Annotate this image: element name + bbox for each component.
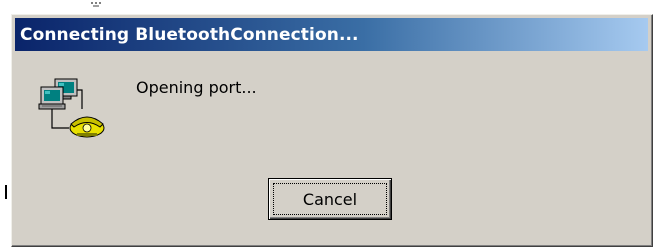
status-message: Opening port... — [136, 78, 257, 97]
window-title: Connecting BluetoothConnection... — [20, 24, 359, 45]
network-connection-icon — [38, 78, 105, 138]
background-fragment — [91, 2, 101, 7]
cancel-button-label: Cancel — [302, 189, 358, 209]
background-fragment-bar — [5, 185, 7, 199]
cancel-button[interactable]: Cancel — [268, 178, 392, 220]
screenshot-canvas: Connecting BluetoothConnection... Openin… — [0, 0, 659, 249]
title-bar[interactable]: Connecting BluetoothConnection... — [15, 18, 648, 51]
connecting-dialog: Connecting BluetoothConnection... Openin… — [11, 14, 653, 247]
